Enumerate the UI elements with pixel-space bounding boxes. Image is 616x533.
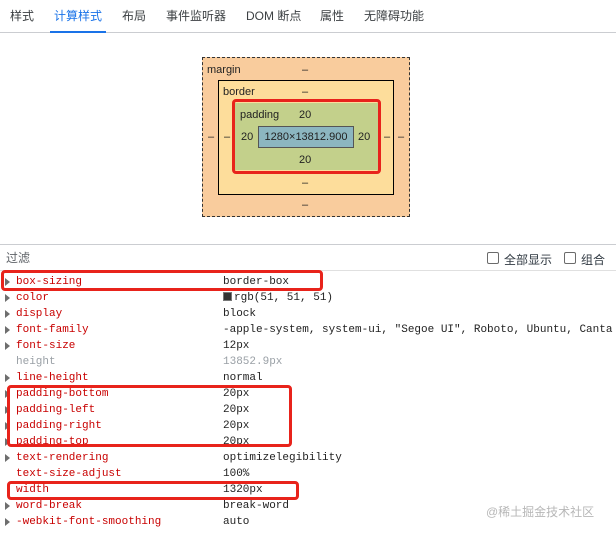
border-right-value[interactable]: – bbox=[384, 131, 390, 144]
property-value: 12px bbox=[223, 340, 250, 352]
property-value: auto bbox=[223, 516, 250, 528]
property-row-padding-right[interactable]: padding-right 20px bbox=[0, 418, 616, 434]
expand-triangle-icon[interactable] bbox=[5, 374, 10, 382]
padding-label: padding bbox=[240, 109, 280, 121]
property-name: text-size-adjust bbox=[16, 468, 122, 480]
expand-triangle-icon[interactable] bbox=[5, 310, 10, 318]
property-name: color bbox=[16, 292, 50, 304]
property-name: text-rendering bbox=[16, 452, 109, 464]
border-label: border bbox=[223, 86, 255, 98]
border-top-value[interactable]: – bbox=[302, 86, 308, 99]
filter-input[interactable] bbox=[6, 250, 206, 266]
property-name: line-height bbox=[16, 372, 89, 384]
margin-top-value[interactable]: – bbox=[302, 64, 308, 77]
expand-triangle-icon[interactable] bbox=[5, 390, 10, 398]
property-name: -webkit-font-smoothing bbox=[16, 516, 162, 528]
padding-top-value[interactable]: 20 bbox=[299, 109, 311, 122]
box-model-content-size[interactable]: 1280×13812.900 bbox=[258, 126, 354, 148]
tab-dom-breakpoints[interactable]: DOM 断点 bbox=[246, 0, 301, 33]
property-name: padding-left bbox=[16, 404, 96, 416]
tab-accessibility[interactable]: 无障碍功能 bbox=[364, 0, 424, 33]
property-name: padding-right bbox=[16, 420, 102, 432]
property-value: 20px bbox=[223, 436, 250, 448]
padding-left-value[interactable]: 20 bbox=[241, 131, 253, 144]
expand-triangle-icon[interactable] bbox=[5, 502, 10, 510]
show-all-label: 全部显示 bbox=[504, 253, 553, 267]
property-row-font-size[interactable]: font-size 12px bbox=[0, 338, 616, 354]
expand-triangle-icon[interactable] bbox=[5, 294, 10, 302]
expand-triangle-icon[interactable] bbox=[5, 278, 10, 286]
expand-triangle-icon[interactable] bbox=[5, 438, 10, 446]
tab-event-listeners[interactable]: 事件监听器 bbox=[166, 0, 226, 33]
filter-bar: 全部显示 组合 bbox=[0, 244, 616, 271]
property-value: rgb(51, 51, 51) bbox=[234, 292, 334, 304]
property-value: 20px bbox=[223, 404, 250, 416]
group-checkbox[interactable] bbox=[564, 252, 576, 264]
tab-layout[interactable]: 布局 bbox=[122, 0, 146, 33]
tab-computed[interactable]: 计算样式 bbox=[49, 0, 107, 33]
property-name: height bbox=[16, 356, 56, 368]
property-row-display[interactable]: display block bbox=[0, 306, 616, 322]
watermark: @稀土掘金技术社区 bbox=[486, 505, 595, 519]
margin-left-value[interactable]: – bbox=[208, 131, 214, 144]
group-label: 组合 bbox=[581, 253, 606, 267]
expand-triangle-icon[interactable] bbox=[5, 422, 10, 430]
property-row-font-family[interactable]: font-family -apple-system, system-ui, "S… bbox=[0, 322, 616, 338]
margin-right-value[interactable]: – bbox=[398, 131, 404, 144]
property-name: word-break bbox=[16, 500, 83, 512]
property-value: 20px bbox=[223, 420, 250, 432]
property-name: display bbox=[16, 308, 63, 320]
property-name: padding-bottom bbox=[16, 388, 109, 400]
property-row-color[interactable]: color rgb(51, 51, 51) bbox=[0, 290, 616, 306]
expand-triangle-icon[interactable] bbox=[5, 406, 10, 414]
property-name: box-sizing bbox=[16, 276, 83, 288]
border-left-value[interactable]: – bbox=[224, 131, 230, 144]
property-value-color: rgb(51, 51, 51) bbox=[223, 290, 333, 306]
property-value: block bbox=[223, 308, 257, 320]
tab-properties[interactable]: 属性 bbox=[320, 0, 344, 33]
property-row-padding-top[interactable]: padding-top 20px bbox=[0, 434, 616, 450]
property-value: -apple-system, system-ui, "Segoe UI", Ro… bbox=[223, 324, 613, 336]
show-all-checkbox[interactable] bbox=[487, 252, 499, 264]
property-row-text-size-adjust[interactable]: text-size-adjust 100% bbox=[0, 466, 616, 482]
property-value: normal bbox=[223, 372, 263, 384]
expand-triangle-icon[interactable] bbox=[5, 342, 10, 350]
tab-styles[interactable]: 样式 bbox=[10, 0, 34, 33]
padding-right-value[interactable]: 20 bbox=[358, 131, 370, 144]
property-value: 13852.9px bbox=[223, 356, 283, 368]
property-row-line-height[interactable]: line-height normal bbox=[0, 370, 616, 386]
property-name: font-family bbox=[16, 324, 89, 336]
property-row-padding-left[interactable]: padding-left 20px bbox=[0, 402, 616, 418]
property-row-text-rendering[interactable]: text-rendering optimizelegibility bbox=[0, 450, 616, 466]
property-value: border-box bbox=[223, 276, 290, 288]
property-name: width bbox=[16, 484, 50, 496]
property-name: padding-top bbox=[16, 436, 89, 448]
property-value: 20px bbox=[223, 388, 250, 400]
expand-triangle-icon[interactable] bbox=[5, 518, 10, 526]
margin-label: margin bbox=[207, 64, 241, 76]
property-row-padding-bottom[interactable]: padding-bottom 20px bbox=[0, 386, 616, 402]
property-row-box-sizing[interactable]: box-sizing border-box bbox=[0, 274, 616, 290]
border-bottom-value[interactable]: – bbox=[302, 177, 308, 190]
property-value: optimizelegibility bbox=[223, 452, 342, 464]
color-swatch-icon[interactable] bbox=[223, 292, 232, 301]
expand-triangle-icon[interactable] bbox=[5, 326, 10, 334]
devtools-tab-bar: 样式 计算样式 布局 事件监听器 DOM 断点 属性 无障碍功能 bbox=[0, 0, 616, 33]
property-name: font-size bbox=[16, 340, 76, 352]
padding-bottom-value[interactable]: 20 bbox=[299, 154, 311, 167]
property-value: 100% bbox=[223, 468, 250, 480]
property-value: break-word bbox=[223, 500, 290, 512]
property-row-width[interactable]: width 1320px bbox=[0, 482, 616, 498]
property-value: 1320px bbox=[223, 484, 263, 496]
margin-bottom-value[interactable]: – bbox=[302, 199, 308, 212]
expand-triangle-icon[interactable] bbox=[5, 454, 10, 462]
property-row-height[interactable]: height 13852.9px bbox=[0, 354, 616, 370]
